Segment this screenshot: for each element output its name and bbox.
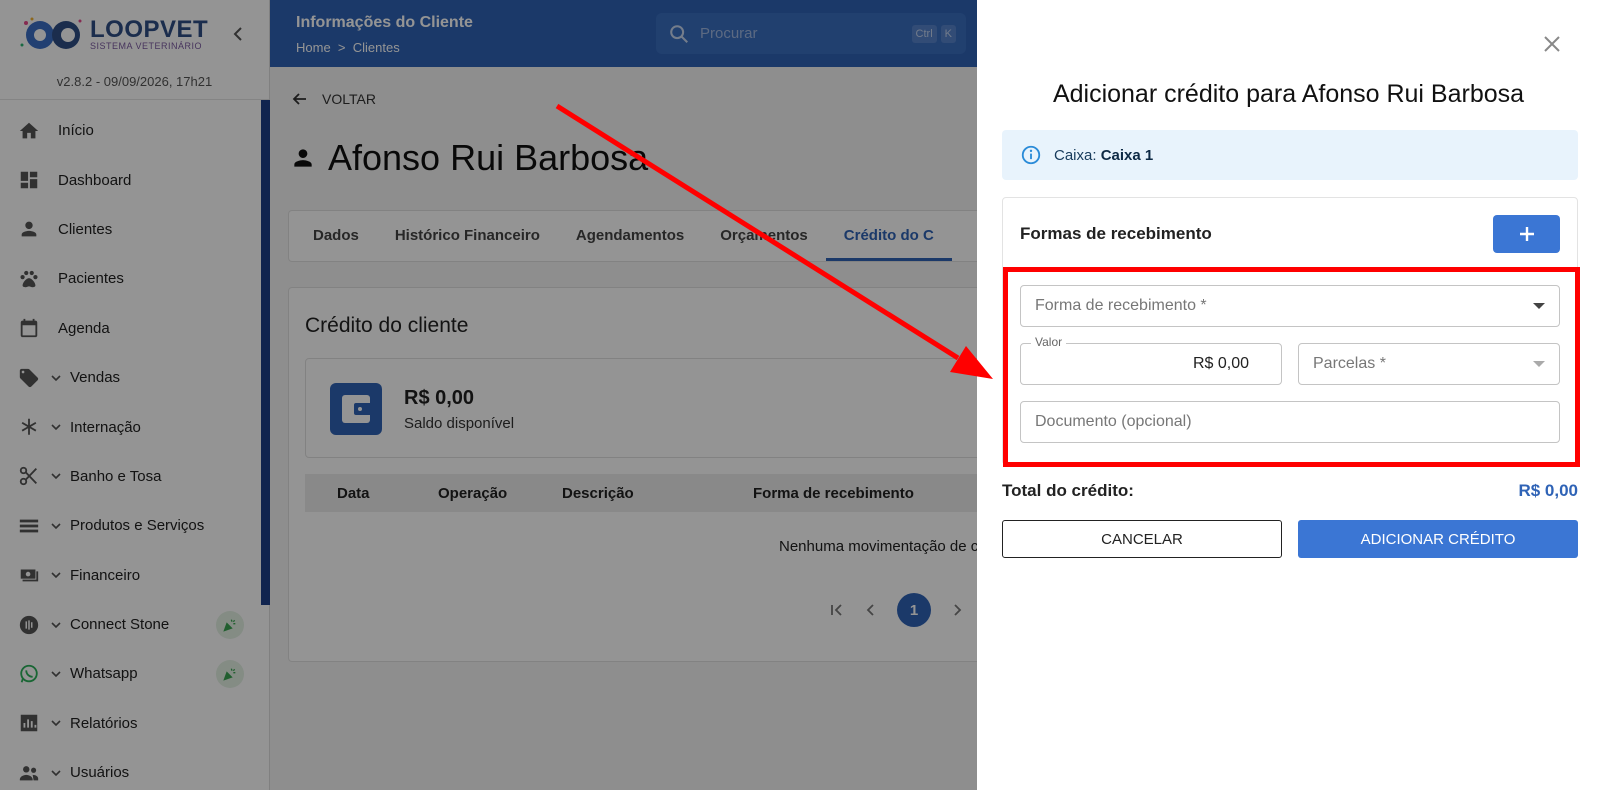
total-label: Total do crédito: [1002,481,1134,500]
value-label: Valor [1031,335,1067,349]
add-credit-button[interactable]: ADICIONAR CRÉDITO [1298,520,1578,558]
add-credit-drawer: Adicionar crédito para Afonso Rui Barbos… [977,0,1600,790]
installments-select[interactable]: Parcelas * [1298,343,1560,385]
modal-backdrop[interactable] [0,0,977,790]
payment-methods-card: Formas de recebimento Forma de recebimen… [1002,197,1578,465]
info-icon [1021,145,1041,165]
dropdown-caret-icon [1533,303,1545,309]
info-value: Caixa 1 [1100,146,1154,164]
add-payment-method-button[interactable] [1493,215,1560,253]
document-input[interactable]: Documento (opcional) [1020,401,1560,443]
payment-method-placeholder: Forma de recebimento * [1035,297,1207,314]
document-placeholder: Documento (opcional) [1035,413,1192,430]
info-prefix: Caixa: [1054,146,1097,164]
payment-methods-title: Formas de recebimento [1020,224,1212,243]
plus-icon [1519,227,1534,241]
drawer-title: Adicionar crédito para Afonso Rui Barbos… [1052,80,1525,108]
credit-total-row: Total do crédito: R$ 0,00 [1002,481,1578,501]
total-value: R$ 0,00 [1518,481,1578,500]
value-field[interactable]: Valor R$ 0,00 [1020,335,1282,385]
close-icon[interactable] [1542,34,1562,54]
value-amount: R$ 0,00 [1192,355,1249,372]
cash-register-info: Caixa: Caixa 1 [1002,130,1578,180]
cancel-button[interactable]: CANCELAR [1002,520,1282,558]
dropdown-caret-icon [1533,361,1545,367]
installments-placeholder: Parcelas * [1313,355,1386,372]
payment-method-select[interactable]: Forma de recebimento * [1020,285,1560,327]
